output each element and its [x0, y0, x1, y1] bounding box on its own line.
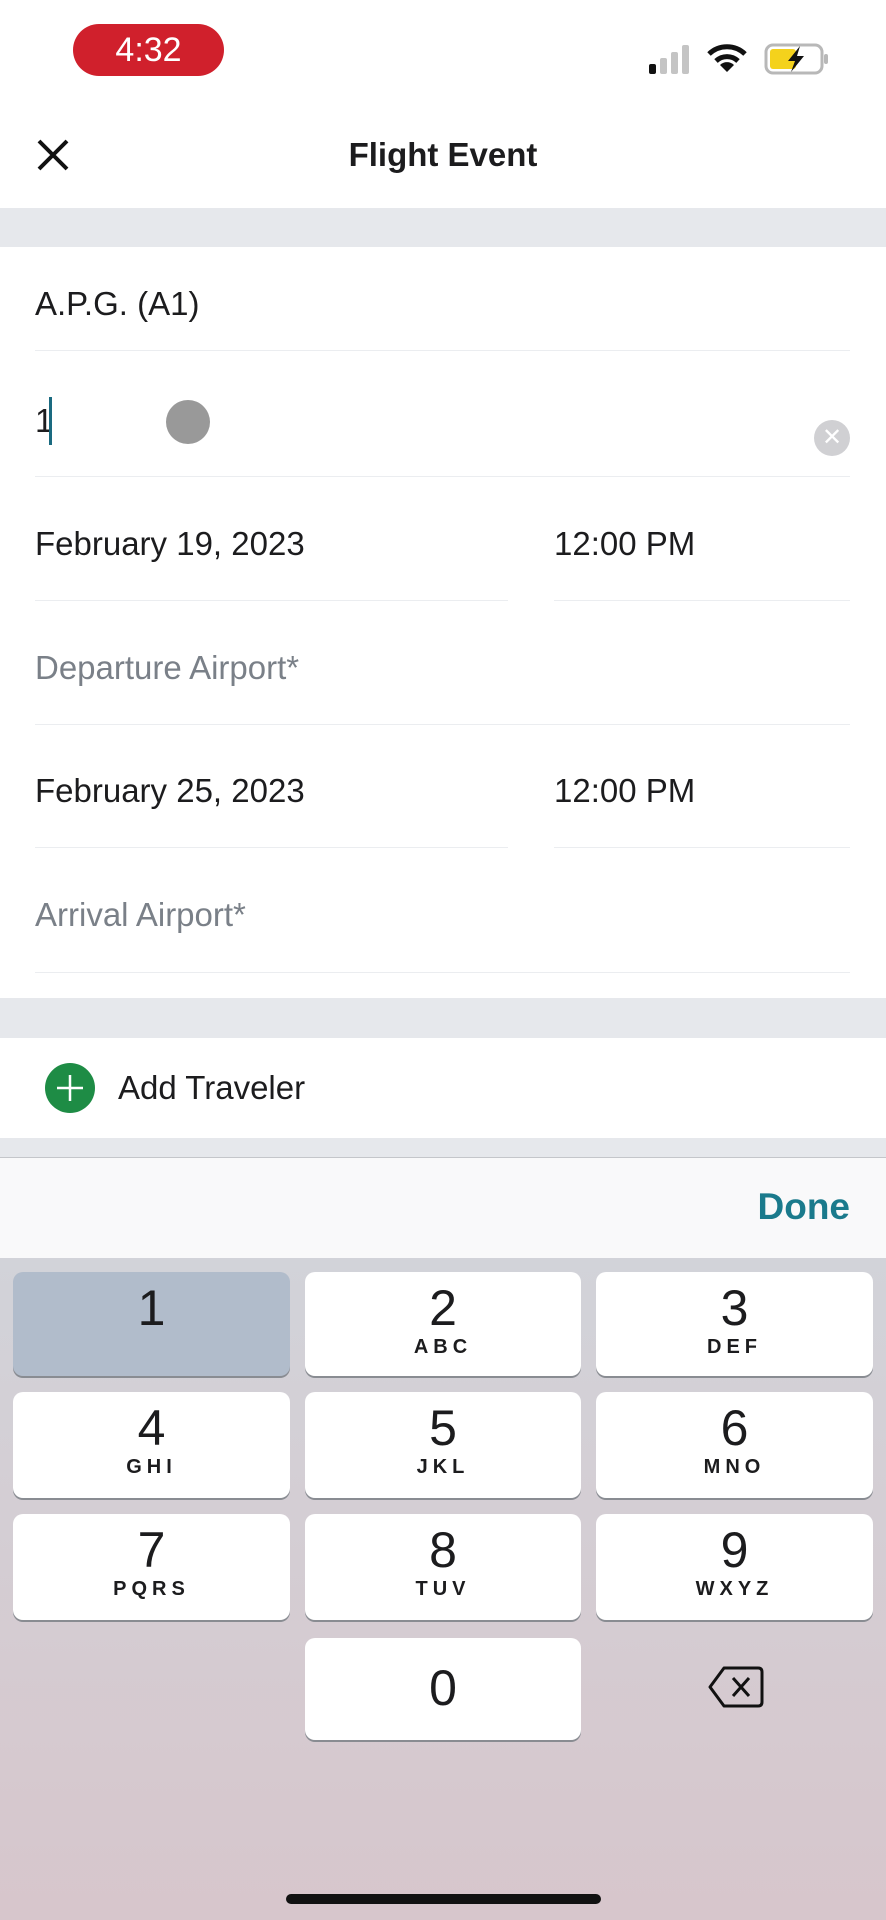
- key-digit: 5: [429, 1400, 457, 1456]
- key-9[interactable]: 9 WXYZ: [596, 1514, 873, 1620]
- key-letters: ABC: [413, 1336, 473, 1358]
- airline-field[interactable]: A.P.G. (A1): [35, 247, 850, 351]
- wifi-icon: [707, 42, 747, 74]
- key-letters: MNO: [703, 1456, 766, 1478]
- key-digit: 2: [429, 1280, 457, 1336]
- key-digit: 0: [429, 1660, 457, 1716]
- key-1[interactable]: 1: [13, 1272, 290, 1376]
- key-letters: DEF: [707, 1336, 762, 1358]
- key-8[interactable]: 8 TUV: [305, 1514, 581, 1620]
- numeric-keypad: 1 2 ABC 3 DEF 4 GHI 5 JKL 6 MNO 7 PQRS 8 TUV 9W…: [0, 1258, 886, 1920]
- status-time: 4:32: [73, 24, 224, 76]
- time-text: 4:32: [115, 30, 182, 69]
- arrival-time-field[interactable]: 12:00 PM: [554, 725, 850, 848]
- key-7[interactable]: 7 PQRS: [13, 1514, 290, 1620]
- arrival-airport-field[interactable]: Arrival Airport*: [35, 848, 850, 973]
- touch-indicator: [166, 400, 210, 444]
- key-3[interactable]: 3 DEF: [596, 1272, 873, 1376]
- key-digit: 3: [720, 1280, 749, 1336]
- home-indicator[interactable]: [286, 1894, 601, 1904]
- add-traveler-label: Add Traveler: [118, 1069, 306, 1106]
- key-digit: 7: [137, 1522, 166, 1578]
- keyboard-accessory-bar: Done: [0, 1158, 886, 1258]
- add-traveler-button[interactable]: Add Traveler: [0, 1038, 886, 1138]
- done-button[interactable]: Done: [758, 1186, 851, 1228]
- battery-charging-icon: [764, 43, 830, 75]
- arrival-airport-placeholder: Arrival Airport*: [35, 896, 246, 933]
- arrival-date-field[interactable]: February 25, 2023: [35, 725, 508, 848]
- key-digit: 1: [137, 1280, 166, 1336]
- departure-airport-placeholder: Departure Airport*: [35, 648, 300, 686]
- key-letters: WXYZ: [695, 1578, 774, 1600]
- key-letters: TUV: [415, 1578, 471, 1600]
- key-digit: 4: [137, 1400, 166, 1456]
- key-letters: GHI: [126, 1456, 177, 1478]
- key-digit: 9: [720, 1522, 749, 1578]
- backspace-key[interactable]: [708, 1664, 764, 1710]
- arrival-time-value: 12:00 PM: [554, 772, 696, 809]
- plus-circle-icon: [45, 1063, 95, 1113]
- key-2[interactable]: 2 ABC: [305, 1272, 581, 1376]
- departure-date-field[interactable]: February 19, 2023: [35, 477, 508, 601]
- key-0[interactable]: 0: [305, 1638, 581, 1740]
- departure-airport-field[interactable]: Departure Airport*: [35, 601, 850, 725]
- section-divider: [0, 1138, 886, 1158]
- clear-icon[interactable]: ✕: [814, 420, 850, 456]
- signal-icon: [648, 44, 692, 74]
- departure-time-value: 12:00 PM: [554, 524, 696, 562]
- key-digit: 8: [429, 1522, 457, 1578]
- text-cursor: [49, 396, 53, 445]
- departure-time-field[interactable]: 12:00 PM: [554, 477, 850, 601]
- section-divider: [0, 998, 886, 1038]
- key-6[interactable]: 6 MNO: [596, 1392, 873, 1498]
- section-divider: [0, 208, 886, 247]
- key-letters: PQRS: [113, 1578, 190, 1600]
- key-letters: JKL: [416, 1456, 470, 1478]
- airline-value: A.P.G. (A1): [35, 284, 200, 322]
- backspace-icon: [708, 1666, 764, 1708]
- key-5[interactable]: 5 JKL: [305, 1392, 581, 1498]
- flight-number-input[interactable]: 1 ✕: [35, 351, 850, 477]
- key-digit: 6: [720, 1400, 749, 1456]
- key-4[interactable]: 4 GHI: [13, 1392, 290, 1498]
- departure-date-value: February 19, 2023: [35, 524, 305, 562]
- arrival-date-value: February 25, 2023: [35, 772, 305, 809]
- page-title: Flight Event: [348, 136, 538, 173]
